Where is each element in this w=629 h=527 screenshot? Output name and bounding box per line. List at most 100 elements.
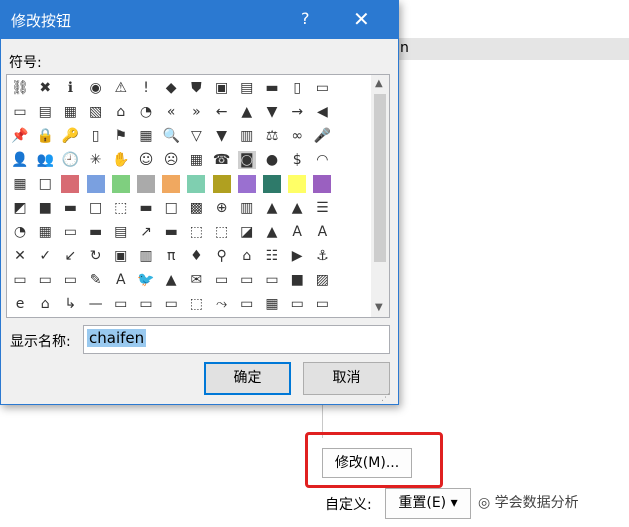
symbol-cell[interactable]: ▤ [112,223,130,241]
symbol-cell[interactable]: ☷ [263,247,281,265]
close-button[interactable]: ✕ [353,7,370,31]
symbol-cell[interactable]: ▭ [61,271,79,289]
symbol-cell[interactable]: ⊕ [213,199,231,217]
symbol-cell[interactable]: ■ [288,271,306,289]
symbol-cell[interactable]: ⛓ [11,79,29,97]
symbol-cell[interactable]: ◙ [237,151,256,169]
symbol-cell[interactable]: ✖ [36,79,54,97]
scroll-thumb[interactable] [374,94,386,262]
symbol-cell[interactable]: ▨ [313,271,331,289]
symbol-cell[interactable]: ▲ [238,103,256,121]
symbol-cell[interactable]: ☰ [313,199,331,217]
symbol-cell[interactable]: ▦ [61,103,79,121]
scroll-down-icon[interactable]: ▼ [375,302,383,313]
symbol-cell[interactable]: ▥ [238,199,256,217]
symbol-cell[interactable]: ■ [36,199,54,217]
symbol-cell[interactable]: ◆ [162,79,180,97]
symbol-cell[interactable]: ← [213,103,231,121]
symbol-cell[interactable]: ● [263,151,281,169]
symbol-cell[interactable]: ■ [86,175,105,193]
symbol-cell[interactable]: ◀ [313,103,331,121]
symbol-cell[interactable]: ▭ [162,295,180,313]
symbol-cell[interactable]: ⤳ [213,295,231,313]
symbol-cell[interactable]: ■ [111,175,130,193]
symbol-cell[interactable]: ▭ [288,295,306,313]
symbol-cell[interactable]: 👥 [36,151,54,169]
symbol-cell[interactable]: ◉ [87,79,105,97]
symbol-cell[interactable]: ∞ [288,127,306,145]
symbol-cell[interactable]: « [162,103,180,121]
symbol-cell[interactable]: A [313,223,331,241]
symbol-cell[interactable]: ▦ [36,223,54,241]
symbol-cell[interactable]: ☎ [213,151,231,169]
symbol-cell[interactable]: ↳ [61,295,79,313]
symbol-cell[interactable]: ▭ [313,295,331,313]
symbol-cell[interactable]: ▬ [87,223,105,241]
symbol-cell[interactable]: ⚲ [213,247,231,265]
symbol-cell[interactable]: ☹ [162,151,180,169]
symbol-cell[interactable]: ▬ [162,223,180,241]
symbol-cell[interactable]: — [87,295,105,313]
symbol-cell[interactable]: ⌂ [112,103,130,121]
symbol-cell[interactable]: ▦ [137,127,155,145]
symbol-cell[interactable]: ▧ [87,103,105,121]
symbol-cell[interactable]: ▭ [263,271,281,289]
symbol-cell[interactable]: ▼ [263,103,281,121]
symbol-cell[interactable]: ▭ [213,271,231,289]
grid-scrollbar[interactable]: ▲ ▼ [371,75,389,317]
symbol-cell[interactable]: $ [288,151,306,169]
symbol-cell[interactable]: ▭ [238,295,256,313]
symbol-cell[interactable]: 🕘 [61,151,79,169]
symbol-cell[interactable]: ℹ [61,79,79,97]
symbol-cell[interactable]: ✓ [36,247,54,265]
symbol-cell[interactable]: ▤ [36,103,54,121]
symbol-cell[interactable]: □ [162,199,180,217]
symbol-cell[interactable]: ▯ [87,127,105,145]
symbol-cell[interactable]: ⛊ [187,79,205,97]
symbol-cell[interactable]: ■ [61,175,80,193]
symbol-cell[interactable]: ✋ [112,151,130,169]
symbol-cell[interactable]: ■ [313,175,332,193]
symbol-cell[interactable]: ⬚ [187,223,205,241]
symbol-cell[interactable]: ▼ [213,127,231,145]
symbol-cell[interactable]: → [288,103,306,121]
symbol-cell[interactable]: 📌 [11,127,29,145]
symbol-cell[interactable]: ✳ [87,151,105,169]
symbol-cell[interactable]: □ [87,199,105,217]
symbol-cell[interactable]: ▭ [11,271,29,289]
symbol-grid[interactable]: ▲ ▼ ⛓ ✖ ℹ ◉ ⚠! ◆ ⛊ ▣ ▤ ▬ ▯ ▭ ▭ ▤ ▦ ▧ ⌂ ◔ « » ← ▲ ▼ → ◀ 📌 🔒 🔑 ▯ ⚑ ▦ 🔍 ▽ ▼ ▥… [6,74,390,318]
symbol-cell[interactable]: ⚠ [112,79,130,97]
symbol-cell[interactable]: 🔒 [36,127,54,145]
modify-button[interactable]: 修改(M)... [322,448,412,478]
symbol-cell[interactable]: ⚓ [313,247,331,265]
cancel-button[interactable]: 取消 [303,362,390,395]
symbol-cell[interactable]: ▲ [288,199,306,217]
ok-button[interactable]: 确定 [204,362,291,395]
symbol-cell[interactable]: ▥ [238,127,256,145]
scroll-up-icon[interactable]: ▲ [375,78,383,89]
symbol-cell[interactable]: ◔ [137,103,155,121]
symbol-cell[interactable]: ▣ [112,247,130,265]
symbol-cell[interactable]: ✉ [187,271,205,289]
symbol-cell[interactable]: ▽ [187,127,205,145]
symbol-cell[interactable]: ⚖ [263,127,281,145]
symbol-cell[interactable]: ▭ [61,223,79,241]
symbol-cell[interactable]: ⬚ [187,295,205,313]
symbol-cell[interactable]: ◪ [238,223,256,241]
symbol-cell[interactable]: ▭ [137,295,155,313]
symbol-cell[interactable]: ▲ [263,223,281,241]
symbol-cell[interactable]: ▥ [137,247,155,265]
symbol-cell[interactable]: ↗ [137,223,155,241]
symbol-cell[interactable]: ▯ [288,79,306,97]
symbol-cell[interactable]: ▬ [263,79,281,97]
symbol-cell[interactable]: ◠ [313,151,331,169]
symbol-cell[interactable]: π [162,247,180,265]
symbol-cell[interactable]: ▬ [137,199,155,217]
symbol-cell[interactable]: ▭ [112,295,130,313]
symbol-cell[interactable]: A [288,223,306,241]
symbol-cell[interactable]: ☺ [137,151,155,169]
symbol-cell[interactable]: ↙ [61,247,79,265]
symbol-cell[interactable]: ▲ [263,199,281,217]
symbol-cell[interactable]: ▭ [313,79,331,97]
resize-grip-icon[interactable]: ⋰ [381,393,390,403]
